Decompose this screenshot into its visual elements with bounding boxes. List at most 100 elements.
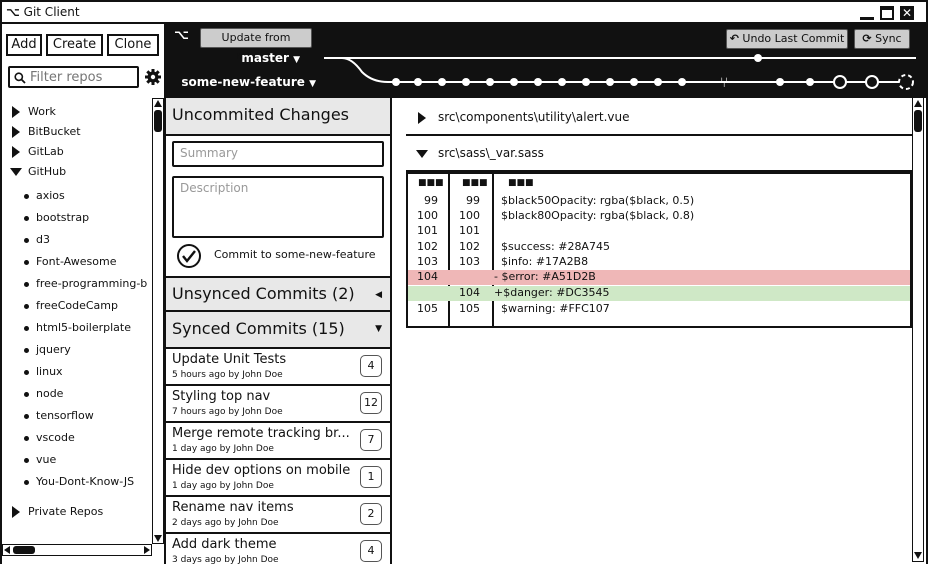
bullet-icon xyxy=(24,325,29,331)
filter-repos-input[interactable] xyxy=(30,69,134,85)
caret-right-icon xyxy=(418,111,426,124)
add-button[interactable]: Add xyxy=(6,34,42,56)
file-row-alert-vue[interactable]: src\components\utility\alert.vue xyxy=(406,100,912,136)
maximize-button[interactable] xyxy=(880,6,894,20)
gear-icon[interactable] xyxy=(144,68,162,86)
repo-item[interactable]: free-programming-b xyxy=(24,277,152,290)
caret-right-icon xyxy=(12,506,20,518)
update-from-master-button[interactable]: Update from master xyxy=(200,28,312,62)
title-bar: ⌥ Git Client ✕ xyxy=(2,2,926,24)
sidebar-vertical-scrollbar[interactable] xyxy=(152,98,164,544)
repo-item[interactable]: jquery xyxy=(24,343,71,356)
repo-item[interactable]: axios xyxy=(24,189,65,202)
files-count-badge: 4 xyxy=(360,540,382,562)
repo-item[interactable]: linux xyxy=(24,365,63,378)
files-count-badge: 7 xyxy=(360,429,382,451)
scroll-down-icon[interactable] xyxy=(914,552,922,559)
caret-down-icon: ▼ xyxy=(375,324,382,334)
bullet-icon xyxy=(24,215,29,221)
caret-left-icon: ◀ xyxy=(375,290,382,300)
diff-panel: src\components\utility\alert.vue src\sas… xyxy=(392,98,926,564)
commit-item[interactable]: Rename nav items 2 days ago by John Doe … xyxy=(166,497,390,534)
repo-item[interactable]: freeCodeCamp xyxy=(24,299,118,312)
caret-right-icon xyxy=(12,106,20,118)
files-count-badge: 1 xyxy=(360,466,382,488)
diff-line: 102 102 $success: #28A745 xyxy=(417,240,610,253)
repo-item[interactable]: node xyxy=(24,387,63,400)
repo-item[interactable]: vscode xyxy=(24,431,75,444)
summary-input[interactable]: Summary xyxy=(172,141,384,167)
chevron-down-icon: ▼ xyxy=(309,79,316,89)
diff-line: 105 105 $warning: #FFC107 xyxy=(417,302,610,315)
diff-line: 99 99 $black50Opacity: rgba($black, 0.5) xyxy=(424,194,695,207)
commit-button[interactable]: Commit to some-new-feature xyxy=(214,248,376,261)
unsynced-commits-header[interactable]: Unsynced Commits (2) ◀ xyxy=(166,276,390,312)
caret-down-icon xyxy=(416,149,428,158)
repo-item[interactable]: html5-boilerplate xyxy=(24,321,131,334)
sidebar-horizontal-scrollbar[interactable] xyxy=(2,544,152,556)
file-row-var-sass[interactable]: src\sass\_var.sass xyxy=(406,136,912,172)
tree-group-private-repos[interactable]: Private Repos xyxy=(12,505,103,518)
bullet-icon xyxy=(24,237,29,243)
synced-commits-header[interactable]: Synced Commits (15) ▼ xyxy=(166,312,390,349)
diff-view: ■■■ ■■■ ■■■ 99 99 $black50Opacity: rgba($… xyxy=(406,172,912,328)
scroll-right-icon[interactable] xyxy=(144,546,150,554)
tree-group-github[interactable]: GitHub xyxy=(10,165,66,178)
tree-group-work[interactable]: Work xyxy=(12,105,56,118)
diff-panel-scrollbar[interactable] xyxy=(912,98,924,562)
scroll-up-icon[interactable] xyxy=(914,100,922,107)
diff-line: 101 101 xyxy=(417,224,480,237)
files-count-badge: 2 xyxy=(360,503,382,525)
tree-group-bitbucket[interactable]: BitBucket xyxy=(12,125,81,138)
commit-item[interactable]: Update Unit Tests 5 hours ago by John Do… xyxy=(166,349,390,386)
filter-repos-field[interactable] xyxy=(8,66,139,88)
scroll-thumb[interactable] xyxy=(154,110,162,132)
more-icon: ■■■ xyxy=(418,178,444,188)
close-button[interactable]: ✕ xyxy=(900,6,914,20)
commit-item[interactable]: Merge remote tracking br... 1 day ago by… xyxy=(166,423,390,460)
branch-feature-dropdown[interactable]: some-new-feature ▼ xyxy=(176,75,316,89)
sync-button[interactable]: ⟳ Sync xyxy=(854,29,910,49)
repo-toolbar: Add Create Clone xyxy=(2,24,166,98)
check-circle-icon[interactable] xyxy=(176,243,202,269)
repo-item[interactable]: tensorflow xyxy=(24,409,94,422)
bullet-icon xyxy=(24,413,29,419)
commit-item[interactable]: Styling top nav 7 hours ago by John Doe … xyxy=(166,386,390,423)
bullet-icon xyxy=(24,193,29,199)
repo-item[interactable]: Font-Awesome xyxy=(24,255,116,268)
branch-graph: ⑂ xyxy=(324,54,916,91)
more-icon: ■■■ xyxy=(462,178,488,188)
repo-item[interactable]: d3 xyxy=(24,233,50,246)
svg-text:⑂: ⑂ xyxy=(720,75,728,91)
commit-item[interactable]: Add dark theme 3 days ago by John Doe 4 xyxy=(166,534,390,564)
diff-line: 100 100 $black80Opacity: rgba($black, 0.8… xyxy=(417,209,695,222)
clone-button[interactable]: Clone xyxy=(107,34,159,56)
repo-sidebar: Work BitBucket GitLab GitHub axios boots… xyxy=(2,98,166,564)
sync-icon: ⟳ xyxy=(862,32,872,45)
tree-group-gitlab[interactable]: GitLab xyxy=(12,145,64,158)
bullet-icon xyxy=(24,457,29,463)
scroll-thumb[interactable] xyxy=(914,110,922,132)
scroll-thumb[interactable] xyxy=(13,546,35,554)
diff-line-deleted: 104- $error: #A51D2B xyxy=(408,270,910,285)
scroll-left-icon[interactable] xyxy=(4,546,10,554)
undo-icon: ↶ xyxy=(729,32,739,45)
scroll-up-icon[interactable] xyxy=(154,100,162,107)
caret-down-icon xyxy=(10,168,22,176)
create-button[interactable]: Create xyxy=(46,34,103,56)
minimize-button[interactable] xyxy=(860,6,874,20)
commit-item[interactable]: Hide dev options on mobile 1 day ago by … xyxy=(166,460,390,497)
git-toolbar: ⌥ Update from master ↶ Undo Last Commit … xyxy=(166,24,926,98)
undo-last-commit-button[interactable]: ↶ Undo Last Commit xyxy=(726,29,848,49)
bullet-icon xyxy=(24,347,29,353)
scroll-down-icon[interactable] xyxy=(154,535,162,542)
repo-item[interactable]: vue xyxy=(24,453,56,466)
git-branch-icon: ⌥ xyxy=(174,28,189,43)
repo-item[interactable]: bootstrap xyxy=(24,211,89,224)
repo-item[interactable]: You-Dont-Know-JS xyxy=(24,475,134,488)
description-input[interactable]: Description xyxy=(172,176,384,238)
files-count-badge: 4 xyxy=(360,355,382,377)
bullet-icon xyxy=(24,281,29,287)
branch-master-dropdown[interactable]: master ▼ xyxy=(186,51,300,65)
bullet-icon xyxy=(24,259,29,265)
